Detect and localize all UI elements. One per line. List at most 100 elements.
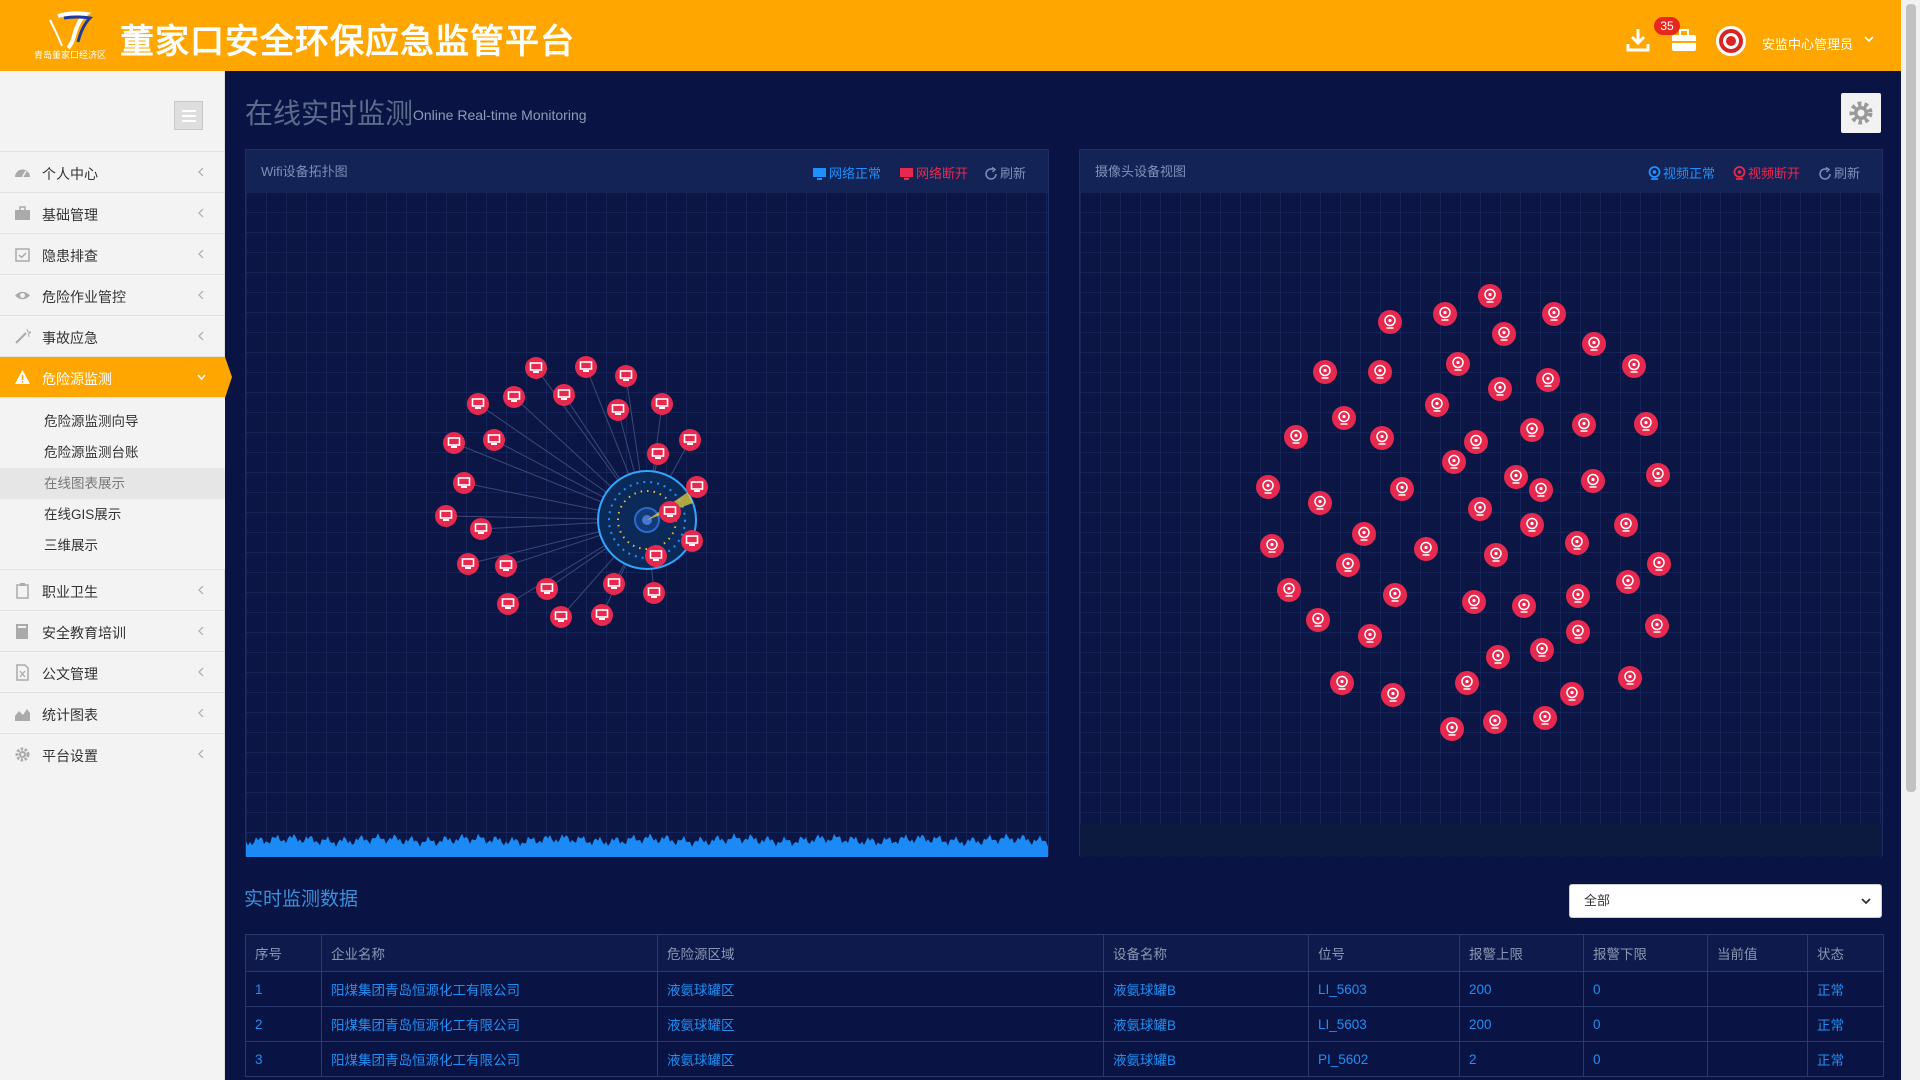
camera-device-node[interactable] (1488, 377, 1512, 401)
camera-device-node[interactable] (1533, 706, 1557, 730)
camera-device-node[interactable] (1618, 666, 1642, 690)
page-scrollbar[interactable] (1901, 0, 1920, 1080)
camera-device-node[interactable] (1478, 284, 1502, 308)
camera-device-node[interactable] (1566, 584, 1590, 608)
camera-device-node[interactable] (1464, 430, 1488, 454)
camera-device-node[interactable] (1634, 412, 1658, 436)
camera-device-node[interactable] (1530, 638, 1554, 662)
table-row[interactable]: 2 阳煤集团青岛恒源化工有限公司 液氨球罐区 液氨球罐B LI_5603 200… (245, 1006, 1884, 1042)
camera-device-node[interactable] (1614, 513, 1638, 537)
wifi-device-node[interactable] (467, 393, 489, 415)
cell-company[interactable]: 阳煤集团青岛恒源化工有限公司 (321, 1041, 658, 1077)
camera-device-node[interactable] (1433, 302, 1457, 326)
wifi-device-node[interactable] (575, 356, 597, 378)
camera-device-node[interactable] (1542, 302, 1566, 326)
column-header[interactable]: 序号 (245, 934, 322, 972)
camera-device-node[interactable] (1536, 368, 1560, 392)
wifi-device-node[interactable] (679, 429, 701, 451)
camera-device-node[interactable] (1442, 450, 1466, 474)
wifi-device-node[interactable] (647, 443, 669, 465)
sidebar-toggle-button[interactable] (174, 101, 203, 130)
camera-device-node[interactable] (1647, 552, 1671, 576)
wifi-device-node[interactable] (643, 582, 665, 604)
camera-device-node[interactable] (1483, 710, 1507, 734)
column-header[interactable]: 报警上限 (1459, 934, 1584, 972)
cell-device[interactable]: 液氨球罐B (1103, 971, 1309, 1007)
refresh-button[interactable]: 刷新 (1818, 163, 1860, 182)
column-header[interactable]: 报警下限 (1583, 934, 1708, 972)
camera-device-node[interactable] (1306, 608, 1330, 632)
camera-device-node[interactable] (1358, 624, 1382, 648)
wifi-device-node[interactable] (591, 604, 613, 626)
wifi-device-node[interactable] (681, 530, 703, 552)
camera-device-node[interactable] (1566, 620, 1590, 644)
camera-device-node[interactable] (1560, 682, 1584, 706)
camera-device-node[interactable] (1581, 469, 1605, 493)
camera-device-node[interactable] (1277, 578, 1301, 602)
table-row[interactable]: 1 阳煤集团青岛恒源化工有限公司 液氨球罐区 液氨球罐B LI_5603 200… (245, 971, 1884, 1007)
wifi-device-node[interactable] (686, 476, 708, 498)
wifi-device-node[interactable] (483, 429, 505, 451)
camera-device-node[interactable] (1336, 553, 1360, 577)
submenu-item-gis[interactable]: 在线GIS展示 (0, 499, 225, 530)
refresh-button[interactable]: 刷新 (984, 163, 1026, 182)
camera-device-node[interactable] (1462, 590, 1486, 614)
camera-device-node[interactable] (1486, 645, 1510, 669)
submenu-item-ledger[interactable]: 危险源监测台账 (0, 437, 225, 468)
camera-device-node[interactable] (1378, 310, 1402, 334)
cell-company[interactable]: 阳煤集团青岛恒源化工有限公司 (321, 971, 658, 1007)
camera-device-node[interactable] (1520, 418, 1544, 442)
camera-device-node[interactable] (1368, 360, 1392, 384)
wifi-device-node[interactable] (550, 606, 572, 628)
legend-video-normal[interactable]: 视频正常 (1648, 163, 1715, 182)
user-name[interactable]: 安监中心管理员 (1762, 34, 1853, 53)
submenu-item-online-charts[interactable]: 在线图表展示 (0, 468, 225, 499)
camera-device-node[interactable] (1616, 570, 1640, 594)
camera-device-node[interactable] (1468, 497, 1492, 521)
column-header[interactable]: 危险源区域 (657, 934, 1104, 972)
camera-device-node[interactable] (1645, 614, 1669, 638)
legend-network-normal[interactable]: 网络正常 (812, 163, 881, 182)
settings-button[interactable] (1841, 93, 1881, 133)
camera-device-node[interactable] (1313, 360, 1337, 384)
camera-device-node[interactable] (1332, 406, 1356, 430)
wifi-device-node[interactable] (470, 518, 492, 540)
legend-video-disconnected[interactable]: 视频断开 (1733, 163, 1800, 182)
camera-device-node[interactable] (1256, 475, 1280, 499)
sidebar-item-basic[interactable]: 基础管理 (0, 192, 225, 233)
cell-hazard-area[interactable]: 液氨球罐区 (657, 971, 1104, 1007)
cell-device[interactable]: 液氨球罐B (1103, 1041, 1309, 1077)
area-filter-select[interactable]: 全部 (1569, 884, 1882, 918)
camera-device-node[interactable] (1565, 531, 1589, 555)
wifi-device-node[interactable] (435, 505, 457, 527)
camera-device-node[interactable] (1492, 322, 1516, 346)
submenu-item-guide[interactable]: 危险源监测向导 (0, 406, 225, 437)
column-header[interactable]: 当前值 (1707, 934, 1808, 972)
camera-device-node[interactable] (1308, 491, 1332, 515)
camera-device-node[interactable] (1352, 522, 1376, 546)
sidebar-item-emergency[interactable]: 事故应急 (0, 315, 225, 356)
sidebar-item-occupational-health[interactable]: 职业卫生 (0, 569, 225, 610)
sidebar-item-documents[interactable]: 公文管理 (0, 651, 225, 692)
camera-device-node[interactable] (1390, 477, 1414, 501)
sidebar-item-hazard-source-monitor[interactable]: 危险源监测 (0, 356, 232, 398)
submenu-item-3d[interactable]: 三维展示 (0, 530, 225, 561)
wifi-device-node[interactable] (457, 553, 479, 575)
camera-device-node[interactable] (1260, 534, 1284, 558)
camera-device-node[interactable] (1414, 537, 1438, 561)
scrollbar-thumb[interactable] (1906, 4, 1916, 792)
camera-device-node[interactable] (1455, 671, 1479, 695)
wifi-device-node[interactable] (553, 384, 575, 406)
wifi-device-node[interactable] (443, 432, 465, 454)
camera-device-node[interactable] (1529, 478, 1553, 502)
wifi-device-node[interactable] (525, 357, 547, 379)
camera-device-node[interactable] (1582, 332, 1606, 356)
camera-device-node[interactable] (1383, 583, 1407, 607)
camera-device-node[interactable] (1381, 683, 1405, 707)
wifi-device-node[interactable] (497, 593, 519, 615)
sidebar-item-statistics[interactable]: 统计图表 (0, 692, 225, 733)
chevron-down-icon[interactable] (1862, 32, 1876, 46)
wifi-device-node[interactable] (453, 472, 475, 494)
camera-device-node[interactable] (1425, 393, 1449, 417)
column-header[interactable]: 位号 (1308, 934, 1460, 972)
